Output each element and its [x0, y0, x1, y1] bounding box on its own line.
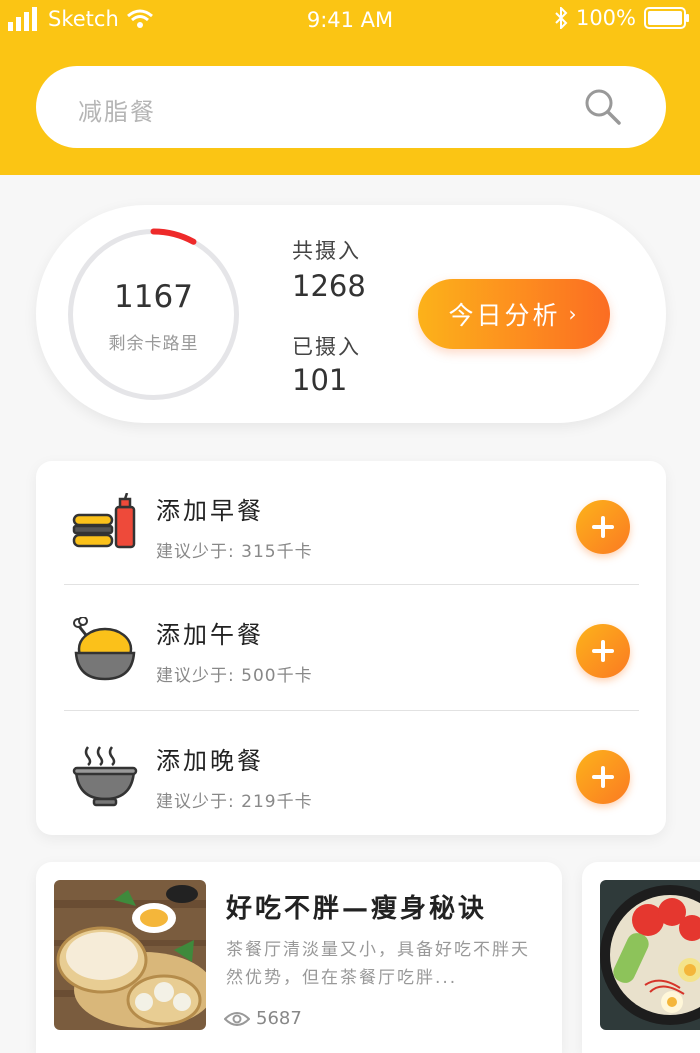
meal-suggestion: 建议少于: 315千卡: [156, 542, 313, 562]
add-dinner-button[interactable]: [576, 750, 630, 804]
article-card[interactable]: 好吃不胖—瘦身秘诀 茶餐厅清淡量又小，具备好吃不胖天然优势，但在茶餐厅吃胖...…: [36, 862, 562, 1053]
remaining-calories: 1167: [114, 279, 193, 315]
view-count-value: 5687: [256, 1008, 302, 1029]
status-bar: Sketch 9:41 AM 100%: [0, 0, 700, 40]
meal-title: 添加早餐: [156, 497, 264, 525]
search-placeholder: 减脂餐: [78, 98, 156, 126]
calorie-summary-card: 1167 剩余卡路里 共摄入 1268 已摄入 101 今日分析 ›: [36, 205, 666, 423]
meal-row-dinner[interactable]: 添加晚餐 建议少于: 219千卡: [36, 711, 666, 835]
dim-sum-image: [54, 880, 206, 1030]
eye-icon: [224, 1011, 250, 1026]
add-lunch-button[interactable]: [576, 624, 630, 678]
consumed-label: 已摄入: [292, 335, 361, 359]
view-count: 5687: [224, 1008, 302, 1029]
chicken-bowl-icon: [73, 617, 136, 681]
burger-drink-icon: [72, 493, 136, 549]
meal-row-breakfast[interactable]: 添加早餐 建议少于: 315千卡: [36, 461, 666, 585]
search-icon[interactable]: [584, 88, 622, 126]
article-description: 茶餐厅清淡量又小，具备好吃不胖天然优势，但在茶餐厅吃胖...: [226, 940, 530, 988]
article-title: 好吃不胖—瘦身秘诀: [226, 894, 488, 924]
battery-percent: 100%: [575, 6, 636, 30]
total-intake-value: 1268: [292, 269, 366, 303]
meal-title: 添加午餐: [156, 621, 264, 649]
chevron-right-icon: ›: [568, 302, 580, 326]
salad-image: [600, 880, 700, 1030]
header: Sketch 9:41 AM 100% 减脂餐: [0, 0, 700, 175]
meal-list: 添加早餐 建议少于: 315千卡 添加午餐 建议少于: 500千卡 添加晚餐 建…: [36, 461, 666, 835]
steaming-bowl-icon: [72, 746, 138, 807]
meal-title: 添加晚餐: [156, 747, 264, 775]
remaining-calories-label: 剩余卡路里: [108, 334, 199, 354]
meal-suggestion: 建议少于: 219千卡: [156, 792, 313, 812]
search-bar[interactable]: 减脂餐: [36, 66, 666, 148]
article-card[interactable]: [582, 862, 700, 1053]
meal-suggestion: 建议少于: 500千卡: [156, 666, 313, 686]
bluetooth-icon: [555, 7, 568, 29]
today-analysis-button[interactable]: 今日分析 ›: [418, 279, 610, 349]
meal-row-lunch[interactable]: 添加午餐 建议少于: 500千卡: [36, 585, 666, 709]
consumed-value: 101: [292, 363, 348, 397]
add-breakfast-button[interactable]: [576, 500, 630, 554]
battery-icon: [644, 7, 689, 29]
today-analysis-label: 今日分析: [448, 301, 561, 330]
total-intake-label: 共摄入: [292, 239, 361, 263]
